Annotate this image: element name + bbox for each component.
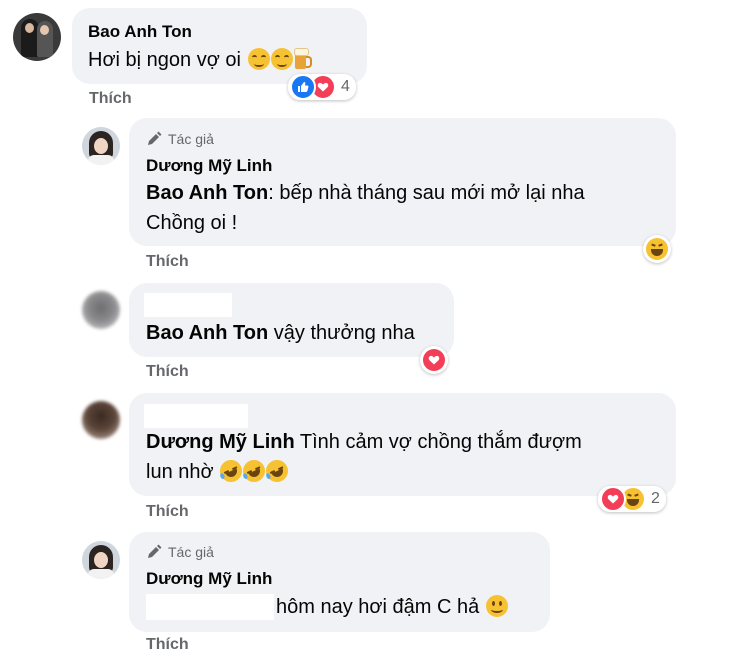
haha-reaction-icon — [646, 238, 668, 260]
comment-author[interactable]: Dương Mỹ Linh — [146, 569, 272, 589]
reaction-summary[interactable]: 4 — [288, 74, 356, 100]
author-badge: Tác giả — [146, 544, 214, 560]
comment-author[interactable]: Bao Anh Ton — [88, 22, 192, 42]
reaction-summary[interactable] — [643, 235, 671, 263]
love-reaction-icon — [600, 486, 626, 512]
reaction-summary[interactable]: 2 — [598, 486, 666, 512]
comment-text-body: lun nhờ — [146, 461, 214, 483]
blush-emoji-icon — [270, 48, 293, 70]
like-button[interactable]: Thích — [89, 90, 132, 108]
comment-text: Hơi bị ngon vợ oi — [88, 45, 312, 75]
rofl-emoji-icon — [216, 456, 246, 486]
redacted-author-name — [144, 404, 248, 428]
avatar[interactable] — [82, 401, 120, 439]
comment-text: hôm nay hơi đậm C hả — [276, 592, 508, 622]
comment-text-line2: lun nhờ — [146, 456, 292, 487]
mention-link[interactable]: Bao Anh Ton — [146, 182, 268, 204]
blush-emoji-icon — [247, 48, 270, 70]
rofl-emoji-icon — [239, 456, 269, 486]
like-button[interactable]: Thích — [146, 363, 189, 381]
comment-text: Bao Anh Ton: bếp nhà tháng sau mới mở lạ… — [146, 178, 585, 208]
avatar[interactable] — [13, 13, 61, 61]
author-badge: Tác giả — [146, 131, 214, 147]
author-badge-label: Tác giả — [168, 544, 214, 560]
like-reaction-icon — [290, 74, 316, 100]
redacted-author-name — [144, 293, 232, 317]
comment-text-body: Tình cảm vợ chồng thắm đượm — [294, 431, 582, 453]
comment-text-body: Hơi bị ngon vợ oi — [88, 49, 241, 71]
mention-link[interactable]: Dương Mỹ Linh — [146, 431, 295, 453]
reaction-count: 2 — [651, 490, 660, 507]
avatar[interactable] — [82, 127, 120, 165]
comment-text-body: vậy thưởng nha — [268, 322, 415, 344]
comment-text-body: : bếp nhà tháng sau mới mở lại nha — [268, 182, 585, 204]
like-button[interactable]: Thích — [146, 636, 189, 654]
comment-text: Bao Anh Ton vậy thưởng nha — [146, 318, 415, 348]
beer-emoji-icon — [293, 48, 312, 70]
avatar[interactable] — [82, 541, 120, 579]
smile-emoji-icon — [485, 595, 508, 617]
reaction-count: 4 — [341, 78, 350, 95]
reaction-summary[interactable] — [420, 346, 448, 374]
comment-text-line2: Chồng oi ! — [146, 212, 238, 234]
comment-author[interactable]: Dương Mỹ Linh — [146, 156, 272, 176]
rofl-emoji-icon — [262, 456, 292, 486]
like-button[interactable]: Thích — [146, 503, 189, 521]
pencil-icon — [148, 131, 162, 145]
comment-text-body: hôm nay hơi đậm C hả — [276, 596, 480, 618]
mention-link[interactable]: Bao Anh Ton — [146, 322, 268, 344]
avatar[interactable] — [82, 291, 120, 329]
comment-text: Dương Mỹ Linh Tình cảm vợ chồng thắm đượ… — [146, 427, 582, 457]
author-badge-label: Tác giả — [168, 131, 214, 147]
redacted-mention — [146, 594, 274, 620]
love-reaction-icon — [423, 349, 445, 371]
like-button[interactable]: Thích — [146, 253, 189, 271]
pencil-icon — [148, 544, 162, 558]
